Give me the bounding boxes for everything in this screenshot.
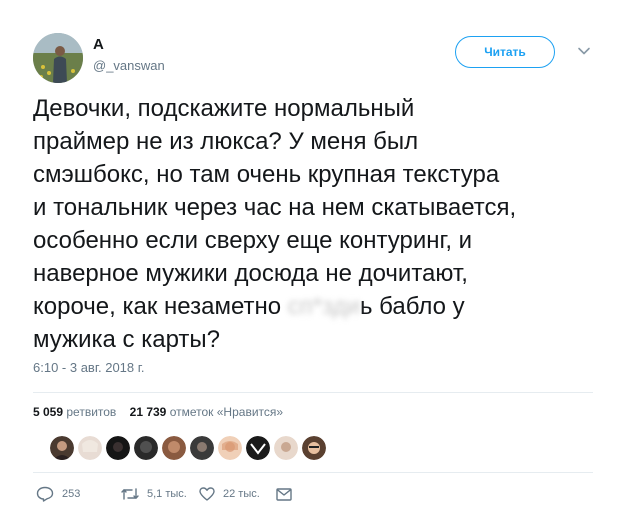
liker-avatar[interactable] <box>274 436 298 460</box>
tweet-timestamp[interactable]: 6:10 - 3 авг. 2018 г. <box>33 360 145 375</box>
likes-label: отметок «Нравится» <box>169 405 284 419</box>
likes-stat[interactable]: 21 739 отметок «Нравится» <box>130 405 283 419</box>
retweet-button[interactable]: 5,1 тыс. <box>121 484 187 504</box>
user-display-name[interactable]: A <box>93 36 104 53</box>
chevron-down-icon[interactable] <box>577 44 591 58</box>
tweet-text-part-1: Девочки, подскажите нормальный праймер н… <box>33 95 517 320</box>
avatar[interactable] <box>33 33 83 83</box>
liker-avatar[interactable] <box>134 436 158 460</box>
tweet-actions: 253 5,1 тыс. 22 тыс. <box>33 484 333 504</box>
tweet-text: Девочки, подскажите нормальный праймер н… <box>33 92 593 356</box>
liker-avatar[interactable] <box>218 436 242 460</box>
reply-button[interactable]: 253 <box>36 484 80 504</box>
liker-avatar[interactable] <box>190 436 214 460</box>
like-count: 22 тыс. <box>223 488 260 500</box>
liker-avatar[interactable] <box>50 436 74 460</box>
tweet-stats: 5 059 ретвитов 21 739 отметок «Нравится» <box>33 405 283 419</box>
divider <box>33 392 593 393</box>
retweet-icon <box>121 488 139 500</box>
direct-message-button[interactable] <box>276 484 292 504</box>
reply-count: 253 <box>62 488 81 500</box>
liker-avatar[interactable] <box>78 436 102 460</box>
reply-icon <box>36 486 54 502</box>
retweet-count: 5,1 тыс. <box>147 488 187 500</box>
redacted-text-blur: сп*зди <box>287 293 360 320</box>
follow-button[interactable]: Читать <box>455 36 555 68</box>
liker-avatar[interactable] <box>162 436 186 460</box>
user-handle[interactable]: @_vanswan <box>93 58 165 73</box>
divider <box>33 472 593 473</box>
liker-avatar[interactable] <box>106 436 130 460</box>
like-button[interactable]: 22 тыс. <box>199 484 260 504</box>
liker-avatar[interactable] <box>246 436 270 460</box>
retweets-count: 5 059 <box>33 405 64 419</box>
likes-count: 21 739 <box>129 405 167 419</box>
envelope-icon <box>276 487 292 501</box>
retweets-stat[interactable]: 5 059 ретвитов <box>33 405 116 419</box>
liker-avatar[interactable] <box>302 436 326 460</box>
retweets-label: ретвитов <box>66 405 117 419</box>
profile-photo-avatar <box>33 33 83 83</box>
heart-icon <box>199 487 215 501</box>
